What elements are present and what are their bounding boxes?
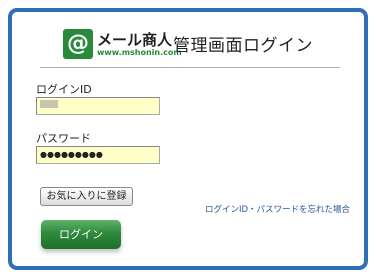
login-id-input[interactable] (36, 97, 160, 115)
header-divider (40, 67, 340, 68)
brand-logo-icon: @ (63, 29, 93, 59)
page-title: 管理画面ログイン (173, 36, 313, 56)
brand-name: メール商人 (97, 31, 173, 49)
forgot-credentials-link[interactable]: ログインID・パスワードを忘れた場合 (205, 203, 350, 215)
add-to-favorites-button[interactable]: お気に入りに登録 (40, 187, 133, 206)
login-button[interactable]: ログイン (41, 220, 121, 249)
header: @ メール商人 www.mshonin.com 管理画面ログイン (12, 12, 364, 72)
brand-url: www.mshonin.com (97, 48, 182, 57)
login-id-label: ログインID (36, 83, 92, 96)
login-panel: @ メール商人 www.mshonin.com 管理画面ログイン ログインID … (8, 8, 368, 270)
login-id-value (40, 100, 58, 108)
password-label: パスワード (36, 132, 91, 145)
password-input[interactable]: ●●●●●●●●● (36, 146, 160, 164)
